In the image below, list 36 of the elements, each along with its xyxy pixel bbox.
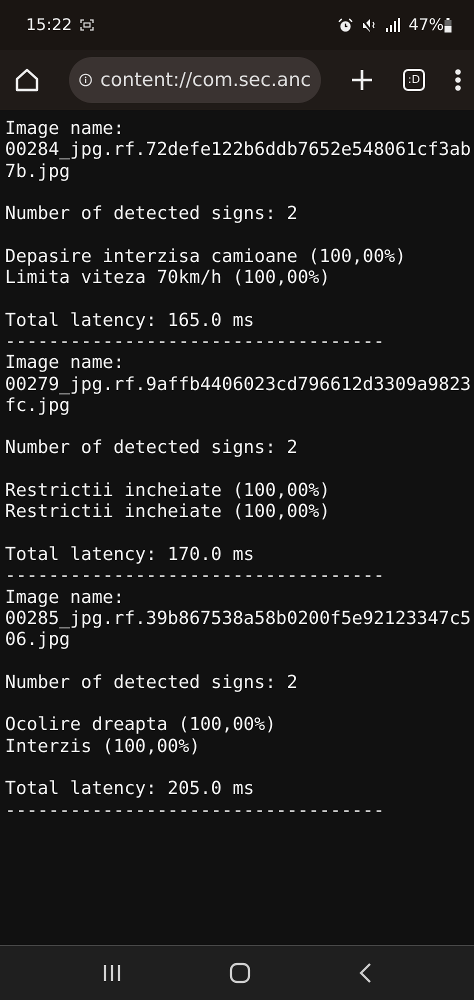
signal-icon xyxy=(385,18,400,32)
latency-text: Total latency: 165.0 ms xyxy=(5,310,254,331)
latency-text: Total latency: 205.0 ms xyxy=(5,778,254,800)
recent-apps-button[interactable] xyxy=(102,964,122,982)
detected-sign-text: Restrictii incheiate (100,00%) xyxy=(5,501,330,522)
battery-percentage: 47% xyxy=(408,14,444,36)
detected-sign-text: Limita viteza 70km/h (100,00%) xyxy=(5,267,330,288)
detected-sign-text: Ocolire dreapta (100,00%) xyxy=(5,714,276,736)
battery-icon xyxy=(444,18,452,32)
mute-icon xyxy=(361,18,378,32)
menu-button[interactable] xyxy=(454,68,462,92)
image-filename: 00284_jpg.rf.72defe122b6ddb7652e548061cf3ab7b.jpg xyxy=(5,139,471,182)
image-filename: 00285_jpg.rf.39b867538a58b0200f5e92123347c506.jpg xyxy=(5,608,471,650)
address-bar[interactable]: content://com.sec.anc xyxy=(69,57,321,103)
detected-count-text: Number of detected signs: 2 xyxy=(5,437,298,458)
new-tab-button[interactable] xyxy=(350,68,374,92)
alarm-icon xyxy=(338,18,354,32)
separator-line: ----------------------------------- xyxy=(5,330,384,352)
detected-sign-text: Restrictii incheiate (100,00%) xyxy=(5,480,330,502)
latency-text: Total latency: 170.0 ms xyxy=(5,544,254,565)
detected-count-text: Number of detected signs: 2 xyxy=(5,203,298,224)
status-time: 15:22 xyxy=(26,14,72,36)
tabs-button[interactable]: :D xyxy=(403,69,425,91)
image-name-label: Image name: xyxy=(5,118,124,139)
detected-sign-text: Depasire interzisa camioane (100,00%) xyxy=(5,246,406,267)
image-name-label: Image name: xyxy=(5,586,124,608)
screen-record-icon xyxy=(80,19,94,31)
home-nav-button[interactable] xyxy=(228,962,251,984)
image-filename: 00279_jpg.rf.9affb4406023cd796612d3309a9823fc.jpg xyxy=(5,374,471,416)
back-button[interactable] xyxy=(358,962,372,984)
separator-line: ----------------------------------- xyxy=(5,565,384,586)
home-button[interactable] xyxy=(14,67,40,93)
detected-count-text: Number of detected signs: 2 xyxy=(5,672,298,693)
image-name-label: Image name: xyxy=(5,352,124,374)
separator-line: ----------------------------------- xyxy=(5,800,384,820)
detected-sign-text: Interzis (100,00%) xyxy=(5,736,200,757)
